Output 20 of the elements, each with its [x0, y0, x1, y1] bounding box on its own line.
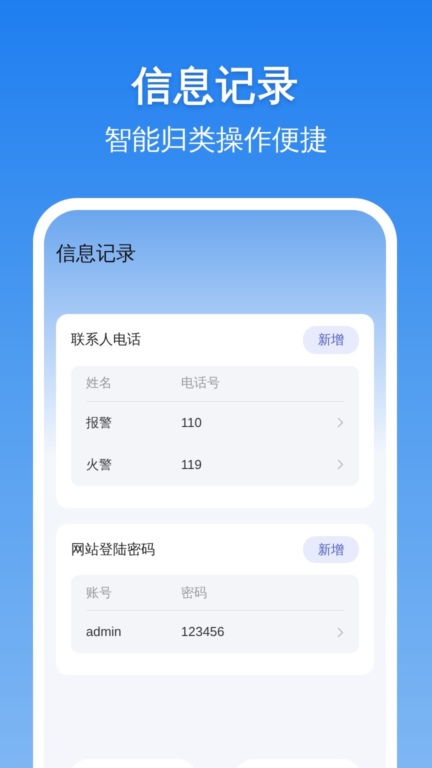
table-cell-text: 火警 — [86, 456, 113, 474]
chevron-right-icon[interactable] — [337, 459, 344, 470]
column-header: 姓名 — [86, 374, 113, 392]
chevron-right-icon[interactable] — [337, 626, 344, 638]
add-button[interactable]: 新增 — [303, 326, 359, 354]
table-cell-text: 123456 — [181, 623, 224, 642]
screen-title: 信息记录 — [56, 244, 137, 264]
column-header: 密码 — [181, 584, 207, 602]
add-button[interactable]: 新增 — [303, 536, 359, 563]
column-header: 账号 — [86, 584, 113, 602]
chevron-right-icon[interactable] — [337, 417, 344, 428]
table-cell-text: 119 — [181, 456, 202, 474]
table-cell-text: 报警 — [86, 414, 113, 432]
section-title: 联系人电话 — [71, 330, 141, 350]
section-title: 网站登陆密码 — [71, 540, 155, 559]
headline: 信息记录 — [132, 66, 300, 106]
table-cell-text: 110 — [181, 414, 202, 432]
tagline: 智能归类操作便捷 — [104, 126, 328, 154]
table-cell-text: admin — [86, 623, 122, 642]
column-header: 电话号 — [181, 374, 220, 392]
